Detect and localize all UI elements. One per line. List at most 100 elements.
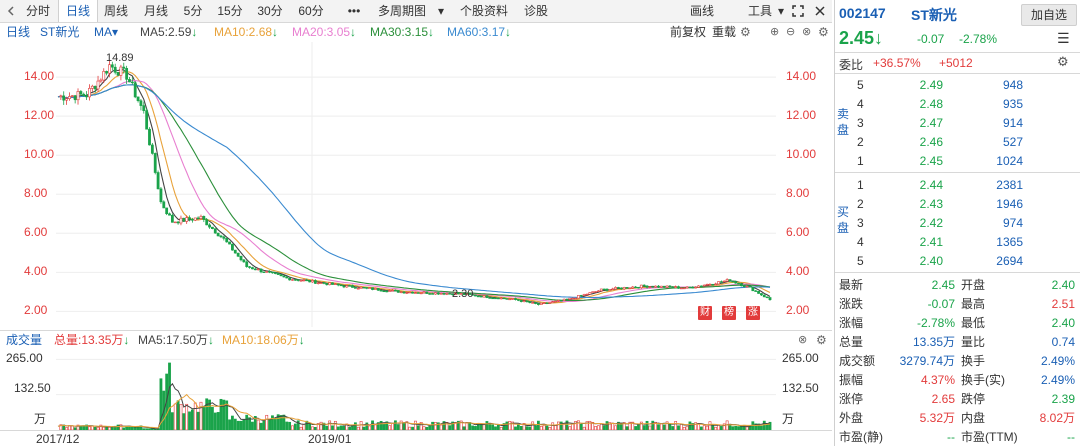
candle [162,201,166,209]
ask-row[interactable]: 5 2.49 948 [835,76,1080,95]
price-axis-label-right: 14.00 [786,69,817,84]
bid-level: 1 [857,178,864,192]
candle [617,287,620,289]
gear-icon[interactable]: ⚙ [1057,54,1069,70]
commission-ratio: +36.57% [873,56,921,70]
ma60-value: MA60:3.17↓ [447,25,512,39]
ask-row[interactable]: 2 2.46 527 [835,133,1080,152]
financial-tag[interactable]: 财 [698,306,712,320]
tab-30min[interactable]: 30分 [251,0,289,22]
stock-diagnosis-button[interactable]: 诊股 [518,0,554,22]
volume-close-icon[interactable]: ⊗ [798,331,807,349]
tab-weekly[interactable]: 周线 [97,0,135,22]
candle [228,241,231,245]
volume-bar [353,422,357,430]
candle [253,268,257,271]
limit-up-tag[interactable]: 涨 [746,306,760,320]
ask-level: 5 [857,78,864,92]
zoom-in-icon[interactable]: ⊕ [770,23,779,41]
zoom-out-icon[interactable]: ⊖ [786,23,795,41]
candle [233,249,237,254]
bid-row[interactable]: 4 2.41 1365 [835,233,1080,252]
bid-row[interactable]: 2 2.43 1946 [835,195,1080,214]
volume-bar [233,418,237,430]
price-axis-label-right: 2.00 [786,303,810,318]
tab-daily[interactable]: 日线 [58,0,98,22]
candle [236,252,240,257]
ma-indicator-row: 日线 ST新光 MA▾ MA5:2.59↓ MA10:2.68↓ MA20:3.… [0,23,832,41]
candle [645,285,649,288]
candle [68,96,71,99]
candle [388,290,392,292]
candle [348,285,352,287]
ask-row[interactable]: 1 2.45 1024 [835,152,1080,171]
bid-row[interactable]: 1 2.44 2381 [835,176,1080,195]
close-icon[interactable] [812,0,828,22]
volume-bar [674,421,678,430]
stat-label: 市盈(静) [839,430,883,444]
volume-bar [185,403,189,430]
more-periods-button[interactable]: ••• [338,0,370,22]
ask-row[interactable]: 3 2.47 914 [835,114,1080,133]
candle [668,285,672,288]
candle [371,287,374,290]
ma30-text: MA30:3.15 [370,25,429,39]
list-menu-icon[interactable]: ☰ [1057,30,1070,47]
candle [305,279,309,282]
draw-line-button[interactable]: 画线 [684,0,720,22]
volume-bar [565,420,569,430]
stat-row: 振幅 4.37% 换手(实) 2.49% [835,371,1080,390]
stock-name-label: ST新光 [40,25,80,39]
candle [474,294,477,297]
volume-axis-top-left: 265.00 [6,351,43,365]
bid-row[interactable]: 5 2.40 2694 [835,252,1080,271]
close-circle-icon[interactable]: ⊗ [802,23,811,41]
candle [562,298,566,301]
price-chart[interactable] [0,42,832,327]
price-axis-label-right: 8.00 [786,186,810,201]
tools-dropdown-icon[interactable]: ▾ [776,0,786,22]
ma-selector[interactable]: MA▾ [94,23,118,41]
stat-label: 涨停 [839,392,864,406]
volume-bar [168,362,171,430]
candle [213,228,217,234]
tab-15min[interactable]: 15分 [211,0,249,22]
tab-monthly[interactable]: 月线 [137,0,175,22]
list-tag[interactable]: 榜 [722,306,736,320]
add-watchlist-button[interactable]: 加自选 [1021,4,1077,26]
price-axis-label-left: 2.00 [24,303,48,318]
ask-row[interactable]: 4 2.48 935 [835,95,1080,114]
adjust-button[interactable]: 前复权 [670,23,706,41]
back-arrow-icon[interactable] [4,0,18,22]
candle [113,66,117,73]
candle [379,290,383,292]
candle [439,293,443,295]
tools-button[interactable]: 工具 [742,0,778,22]
volume-bar [508,420,512,430]
settings-small-icon[interactable]: ⚙ [740,23,751,41]
candle [82,93,86,97]
overlay-button[interactable]: 重载 [712,23,736,41]
bid-row[interactable]: 3 2.42 974 [835,214,1080,233]
ask-book: 卖盘 5 2.49 948 4 2.48 935 3 2.47 914 2 2.46 527 1 2.45… [835,74,1080,172]
candle [76,91,80,101]
tab-5min[interactable]: 5分 [177,0,209,22]
tab-fenshi[interactable]: 分时 [18,0,58,22]
multi-period-button[interactable]: 多周期图 [372,0,432,22]
candle [285,276,289,279]
candle [422,291,426,294]
volume-bar [242,419,246,430]
volume-bar [505,421,509,430]
expand-icon[interactable] [790,0,806,22]
candle [639,284,643,289]
volume-bar [288,421,292,430]
x-axis: 2017/12 2019/01 [0,430,832,447]
volume-gear-icon[interactable]: ⚙ [816,331,827,349]
multi-period-dropdown[interactable]: ▾ [434,0,448,22]
candle [679,287,683,290]
tab-60min[interactable]: 60分 [291,0,331,22]
volume-chart[interactable] [0,350,832,430]
gear-icon[interactable]: ⚙ [818,23,829,41]
stock-profile-button[interactable]: 个股资料 [452,0,516,22]
ask-volume: 1024 [996,154,1023,168]
